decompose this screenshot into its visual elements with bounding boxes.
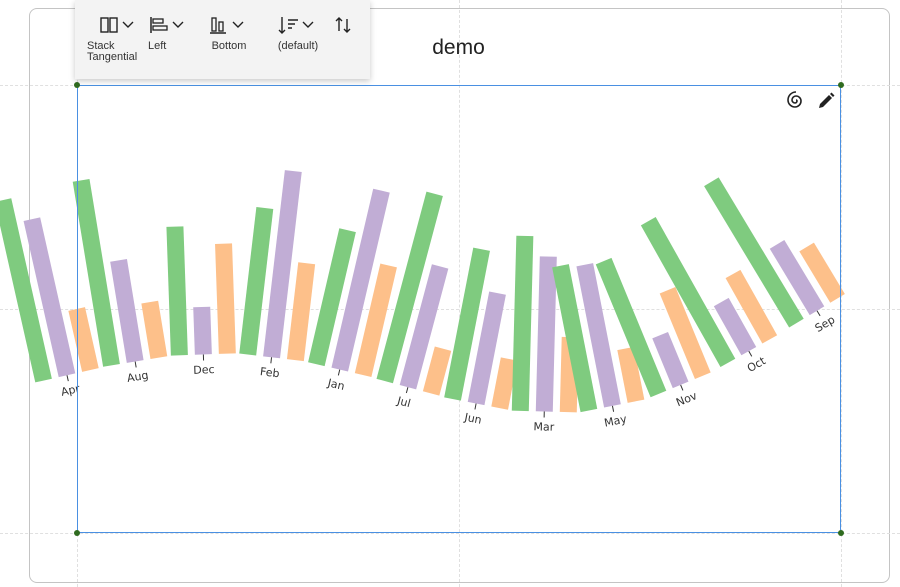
align-left-icon <box>150 17 184 33</box>
tick-mark <box>66 375 69 382</box>
anchor-dropdown[interactable]: Bottom <box>203 14 255 52</box>
resize-handle[interactable] <box>838 530 844 536</box>
swap-vertical-icon <box>335 17 351 33</box>
spiral-icon <box>787 91 802 108</box>
chart-selection-box[interactable] <box>77 85 841 533</box>
resize-handle[interactable] <box>74 530 80 536</box>
sort-dropdown[interactable]: (default) <box>273 14 323 52</box>
sort-label: (default) <box>277 40 319 52</box>
edit-button[interactable] <box>813 88 839 114</box>
stack-mode-label: Stack Tangential <box>87 40 138 63</box>
align-dropdown[interactable]: Left <box>145 14 193 52</box>
anchor-label: Bottom <box>211 40 247 52</box>
chart-toolbar: Stack Tangential Left Bottom (default) <box>75 0 370 79</box>
reverse-order-button[interactable] <box>331 14 355 36</box>
stack-mode-dropdown[interactable]: Stack Tangential <box>87 14 145 63</box>
pencil-icon <box>819 92 835 108</box>
stack-columns-icon <box>100 17 134 33</box>
align-bottom-icon <box>210 17 244 34</box>
resize-handle[interactable] <box>74 82 80 88</box>
sort-descending-icon <box>278 17 314 34</box>
align-label: Left <box>148 40 167 52</box>
spiral-button[interactable] <box>783 88 809 114</box>
